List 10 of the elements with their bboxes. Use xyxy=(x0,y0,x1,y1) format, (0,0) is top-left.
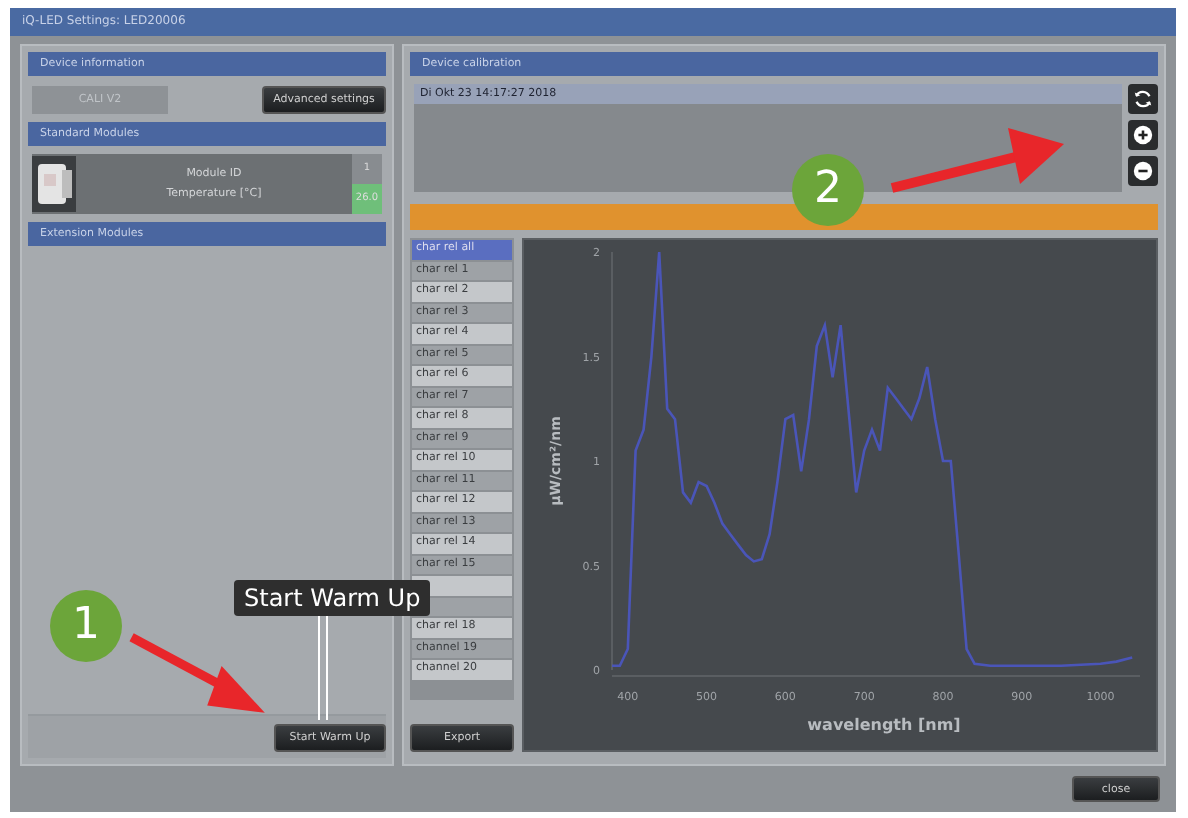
zoom-out-button[interactable] xyxy=(1128,156,1158,186)
leader-line xyxy=(317,616,328,720)
minus-icon xyxy=(1132,160,1154,182)
x-axis-title: wavelength [nm] xyxy=(807,716,961,734)
zoom-in-button[interactable] xyxy=(1128,120,1158,150)
refresh-icon xyxy=(1132,88,1154,110)
module-device-icon xyxy=(32,154,76,214)
refresh-button[interactable] xyxy=(1128,84,1158,114)
plus-icon xyxy=(1132,124,1154,146)
tooltip: Start Warm Up xyxy=(234,580,431,616)
